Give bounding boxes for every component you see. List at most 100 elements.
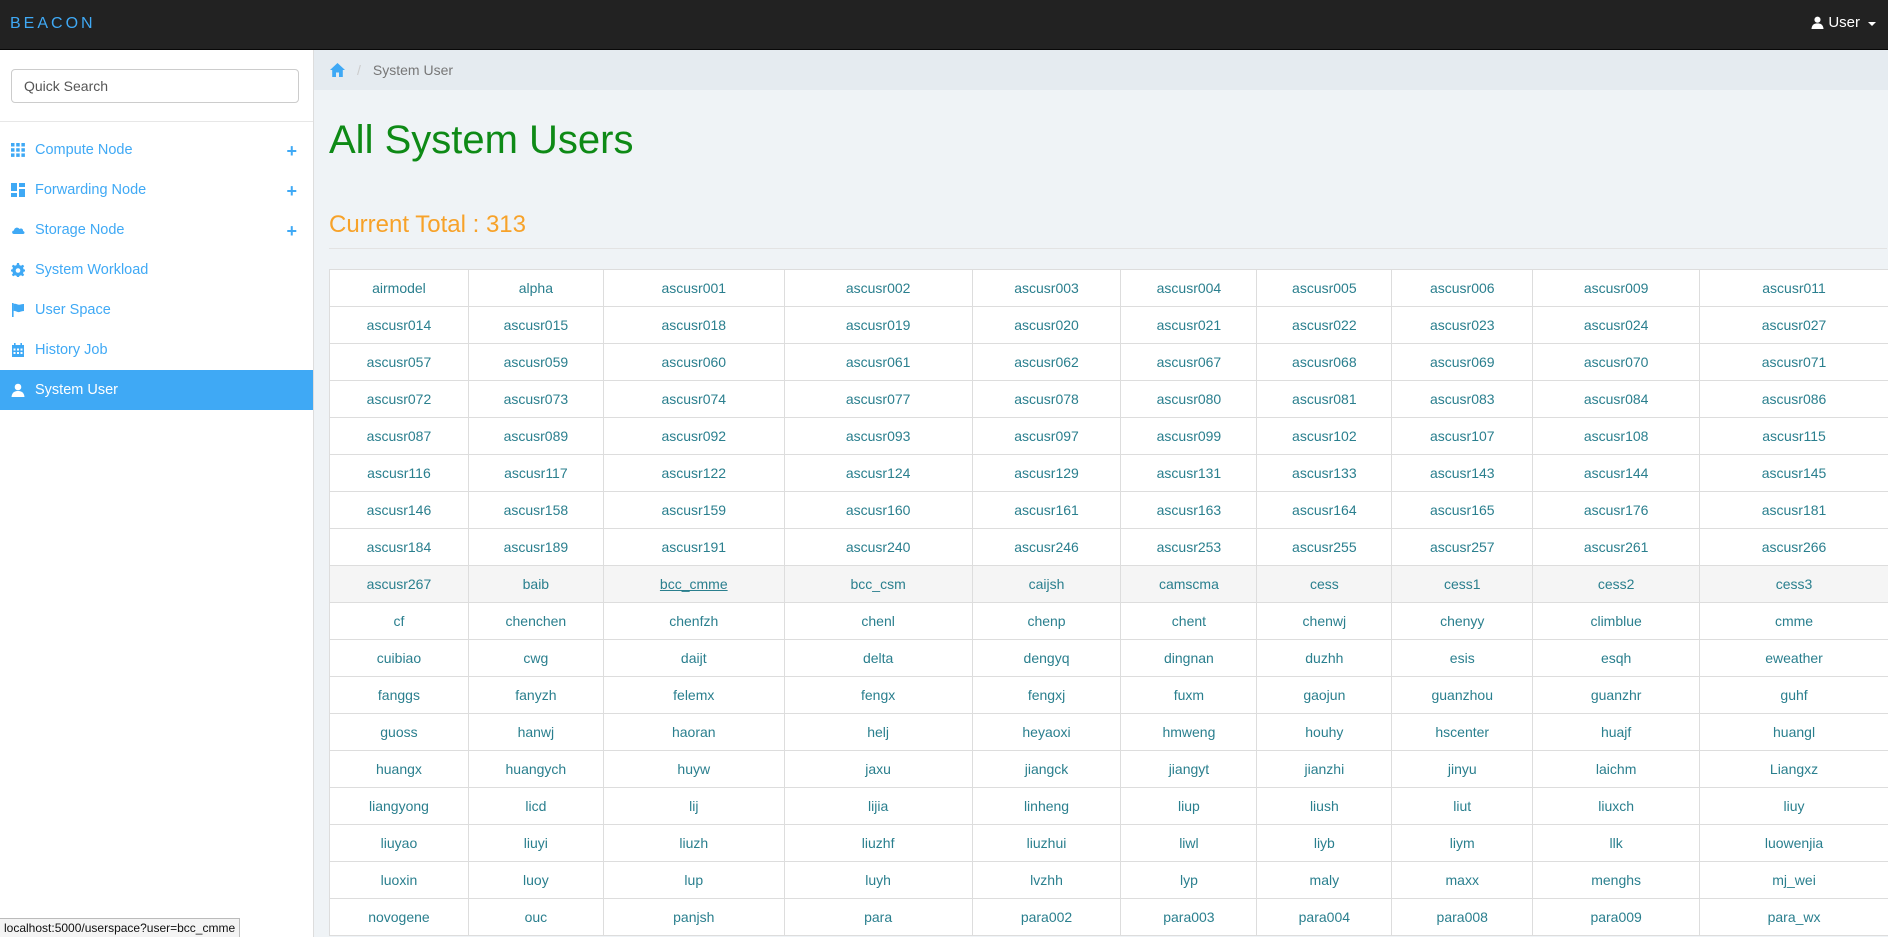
expand-plus-icon[interactable]: + xyxy=(286,141,297,162)
sidebar-item-system-user[interactable]: System User xyxy=(0,370,313,410)
user-link[interactable]: liwl xyxy=(1120,824,1258,862)
user-link[interactable]: mj_wei xyxy=(1699,861,1888,899)
user-link[interactable]: ascusr116 xyxy=(329,454,469,492)
user-link[interactable]: liuy xyxy=(1699,787,1888,825)
user-link[interactable]: liuxch xyxy=(1532,787,1701,825)
user-link[interactable]: ascusr014 xyxy=(329,306,469,344)
user-link[interactable]: cess3 xyxy=(1699,565,1888,603)
user-link[interactable]: eweather xyxy=(1699,639,1888,677)
sidebar-item-forwarding-node[interactable]: Forwarding Node + xyxy=(0,170,313,210)
user-link[interactable]: delta xyxy=(783,639,973,677)
user-link[interactable]: ascusr083 xyxy=(1391,380,1534,418)
user-link[interactable]: baib xyxy=(467,565,604,603)
user-link[interactable]: liuzhui xyxy=(971,824,1122,862)
user-link[interactable]: ascusr240 xyxy=(783,528,973,566)
user-link[interactable]: ascusr115 xyxy=(1699,417,1888,455)
user-link[interactable]: helj xyxy=(783,713,973,751)
user-link[interactable]: ascusr004 xyxy=(1120,269,1258,307)
sidebar-item-compute-node[interactable]: Compute Node + xyxy=(0,130,313,170)
user-link[interactable]: ascusr107 xyxy=(1391,417,1534,455)
user-link[interactable]: esqh xyxy=(1532,639,1701,677)
user-link[interactable]: ascusr131 xyxy=(1120,454,1258,492)
user-link[interactable]: bcc_csm xyxy=(783,565,973,603)
user-link[interactable]: ascusr001 xyxy=(602,269,785,307)
user-link[interactable]: ascusr146 xyxy=(329,491,469,529)
user-link[interactable]: ascusr176 xyxy=(1532,491,1701,529)
user-link[interactable]: alpha xyxy=(467,269,604,307)
user-link[interactable]: climblue xyxy=(1532,602,1701,640)
user-link[interactable]: guoss xyxy=(329,713,469,751)
user-link[interactable]: lvzhh xyxy=(971,861,1122,899)
user-link[interactable]: gaojun xyxy=(1256,676,1393,714)
user-link[interactable]: lijia xyxy=(783,787,973,825)
user-link[interactable]: liym xyxy=(1391,824,1534,862)
user-link[interactable]: liuzh xyxy=(602,824,785,862)
user-link[interactable]: ascusr093 xyxy=(783,417,973,455)
sidebar-item-system-workload[interactable]: System Workload xyxy=(0,250,313,290)
user-link[interactable]: linheng xyxy=(971,787,1122,825)
user-link[interactable]: ascusr071 xyxy=(1699,343,1888,381)
user-link[interactable]: ascusr024 xyxy=(1532,306,1701,344)
user-link[interactable]: hmweng xyxy=(1120,713,1258,751)
user-link[interactable]: liush xyxy=(1256,787,1393,825)
user-link[interactable]: ascusr057 xyxy=(329,343,469,381)
user-link[interactable]: cwg xyxy=(467,639,604,677)
user-link[interactable]: luyh xyxy=(783,861,973,899)
user-link[interactable]: menghs xyxy=(1532,861,1701,899)
user-link[interactable]: ascusr191 xyxy=(602,528,785,566)
user-link[interactable]: ascusr002 xyxy=(783,269,973,307)
user-link[interactable]: ascusr124 xyxy=(783,454,973,492)
user-link[interactable]: ascusr253 xyxy=(1120,528,1258,566)
user-link[interactable]: fengxj xyxy=(971,676,1122,714)
user-link[interactable]: hanwj xyxy=(467,713,604,751)
user-link[interactable]: ascusr009 xyxy=(1532,269,1701,307)
user-link[interactable]: ascusr092 xyxy=(602,417,785,455)
user-link[interactable]: cess1 xyxy=(1391,565,1534,603)
user-link[interactable]: ascusr073 xyxy=(467,380,604,418)
user-link[interactable]: ascusr257 xyxy=(1391,528,1534,566)
user-link[interactable]: ascusr144 xyxy=(1532,454,1701,492)
user-link[interactable]: airmodel xyxy=(329,269,469,307)
user-link[interactable]: ascusr266 xyxy=(1699,528,1888,566)
user-link[interactable]: chent xyxy=(1120,602,1258,640)
user-link[interactable]: ascusr069 xyxy=(1391,343,1534,381)
user-link[interactable]: chenp xyxy=(971,602,1122,640)
user-link[interactable]: ouc xyxy=(467,898,604,936)
user-link[interactable]: ascusr122 xyxy=(602,454,785,492)
user-link[interactable]: para_wx xyxy=(1699,898,1888,936)
user-link[interactable]: cess xyxy=(1256,565,1393,603)
user-link[interactable]: guanzhr xyxy=(1532,676,1701,714)
user-link[interactable]: cess2 xyxy=(1532,565,1701,603)
user-link[interactable]: fengx xyxy=(783,676,973,714)
user-link[interactable]: ascusr158 xyxy=(467,491,604,529)
user-link[interactable]: cmme xyxy=(1699,602,1888,640)
user-link[interactable]: jiangyt xyxy=(1120,750,1258,788)
user-link[interactable]: para008 xyxy=(1391,898,1534,936)
user-link[interactable]: ascusr161 xyxy=(971,491,1122,529)
user-link[interactable]: dengyq xyxy=(971,639,1122,677)
user-link[interactable]: fanggs xyxy=(329,676,469,714)
user-link[interactable]: ascusr081 xyxy=(1256,380,1393,418)
user-link[interactable]: guhf xyxy=(1699,676,1888,714)
user-link[interactable]: novogene xyxy=(329,898,469,936)
user-link[interactable]: ascusr067 xyxy=(1120,343,1258,381)
user-link[interactable]: chenyy xyxy=(1391,602,1534,640)
user-link[interactable]: llk xyxy=(1532,824,1701,862)
user-link[interactable]: Liangxz xyxy=(1699,750,1888,788)
user-link[interactable]: ascusr020 xyxy=(971,306,1122,344)
user-link[interactable]: ascusr189 xyxy=(467,528,604,566)
user-link[interactable]: ascusr005 xyxy=(1256,269,1393,307)
user-link[interactable]: liuyao xyxy=(329,824,469,862)
user-link[interactable]: ascusr143 xyxy=(1391,454,1534,492)
user-link[interactable]: cf xyxy=(329,602,469,640)
user-link[interactable]: ascusr145 xyxy=(1699,454,1888,492)
user-link[interactable]: ascusr018 xyxy=(602,306,785,344)
user-link[interactable]: ascusr261 xyxy=(1532,528,1701,566)
user-link[interactable]: ascusr021 xyxy=(1120,306,1258,344)
user-link[interactable]: esis xyxy=(1391,639,1534,677)
quick-search-input[interactable] xyxy=(11,69,299,103)
user-link[interactable]: luoy xyxy=(467,861,604,899)
user-link[interactable]: ascusr077 xyxy=(783,380,973,418)
user-link[interactable]: houhy xyxy=(1256,713,1393,751)
user-link[interactable]: ascusr062 xyxy=(971,343,1122,381)
